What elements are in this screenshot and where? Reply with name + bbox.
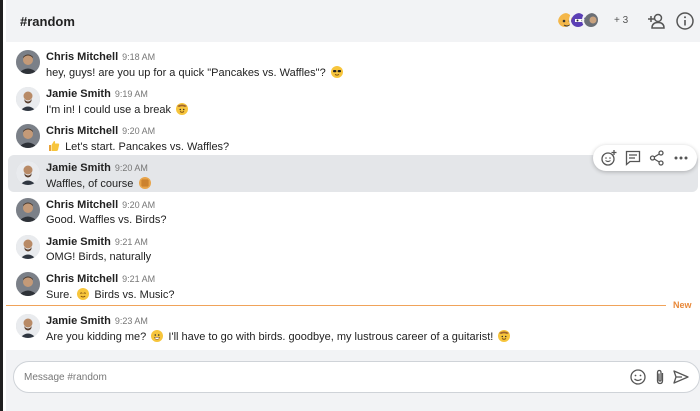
message-item[interactable]: Jamie Smith 9:23 AM Are you kidding me? I…: [6, 308, 700, 345]
avatar[interactable]: [16, 50, 40, 74]
avatar[interactable]: [16, 235, 40, 259]
message-text: Are you kidding me? I'll have to go with…: [46, 330, 512, 343]
message-author[interactable]: Chris Mitchell 9:18 AM: [46, 51, 155, 63]
message-author[interactable]: Jamie Smith 9:23 AM: [46, 315, 148, 327]
message-time: 9:20 AM: [122, 200, 156, 210]
left-edge-bar: [0, 0, 3, 411]
message-time: 9:21 AM: [114, 237, 148, 247]
info-icon[interactable]: [674, 10, 696, 32]
more-icon[interactable]: [672, 149, 690, 167]
message-actions-toolbar: [593, 145, 697, 171]
waffle-emoji: [138, 177, 151, 189]
message-text: Sure. Birds vs. Music?: [46, 288, 175, 301]
cowboy-emoji: [176, 103, 189, 115]
smile-emoji: [77, 288, 90, 300]
message-time: 9:18 AM: [122, 52, 156, 62]
message-author[interactable]: Chris Mitchell 9:20 AM: [46, 199, 155, 211]
message-item[interactable]: Chris Mitchell 9:21 AM Sure. Birds vs. Mu…: [6, 266, 700, 303]
member-avatar-3: [582, 11, 600, 29]
message-author[interactable]: Jamie Smith 9:19 AM: [46, 88, 148, 100]
thumbs-up-emoji: [48, 140, 60, 152]
message-time: 9:19 AM: [114, 89, 148, 99]
message-author[interactable]: Jamie Smith 9:21 AM: [46, 236, 148, 248]
member-avatars[interactable]: [556, 11, 600, 29]
avatar[interactable]: [16, 124, 40, 148]
message-text: hey, guys! are you up for a quick "Panca…: [46, 66, 345, 79]
add-reaction-icon[interactable]: [600, 149, 618, 167]
add-person-icon[interactable]: [646, 10, 668, 32]
cowboy-emoji: [498, 330, 511, 342]
sunglasses-emoji: [330, 66, 343, 78]
emoji-icon[interactable]: [629, 368, 647, 386]
message-author[interactable]: Jamie Smith 9:20 AM: [46, 162, 148, 174]
message-time: 9:20 AM: [114, 163, 148, 173]
message-input[interactable]: [24, 369, 604, 385]
share-icon[interactable]: [648, 149, 666, 167]
avatar[interactable]: [16, 87, 40, 111]
more-members-count[interactable]: + 3: [614, 15, 628, 26]
new-messages-divider: [6, 305, 666, 306]
message-item[interactable]: Jamie Smith 9:19 AM I'm in! I could use a…: [6, 81, 700, 118]
channel-title: #random: [20, 14, 75, 29]
message-author[interactable]: Chris Mitchell 9:20 AM: [46, 125, 155, 137]
message-text: I'm in! I could use a break: [46, 103, 190, 116]
message-item[interactable]: Chris Mitchell 9:20 AM Good. Waffles vs. …: [6, 192, 700, 229]
new-messages-label: New: [673, 300, 692, 310]
message-text: Let's start. Pancakes vs. Waffles?: [46, 140, 229, 153]
send-icon[interactable]: [672, 368, 690, 386]
message-item[interactable]: Chris Mitchell 9:18 AM hey, guys! are you…: [6, 44, 700, 81]
channel-header: #random + 3: [6, 0, 700, 42]
message-item[interactable]: Jamie Smith 9:21 AM OMG! Birds, naturally: [6, 229, 700, 266]
message-composer: [13, 361, 700, 393]
reply-icon[interactable]: [624, 149, 642, 167]
message-time: 9:23 AM: [114, 316, 148, 326]
message-text: Waffles, of course: [46, 177, 153, 190]
grin-emoji: [151, 330, 164, 342]
message-time: 9:21 AM: [122, 274, 156, 284]
avatar[interactable]: [16, 198, 40, 222]
avatar[interactable]: [16, 272, 40, 296]
message-time: 9:20 AM: [122, 126, 156, 136]
attach-icon[interactable]: [651, 368, 669, 386]
avatar[interactable]: [16, 161, 40, 185]
message-text: OMG! Birds, naturally: [46, 251, 152, 263]
message-text: Good. Waffles vs. Birds?: [46, 214, 167, 226]
avatar[interactable]: [16, 314, 40, 338]
message-author[interactable]: Chris Mitchell 9:21 AM: [46, 273, 155, 285]
